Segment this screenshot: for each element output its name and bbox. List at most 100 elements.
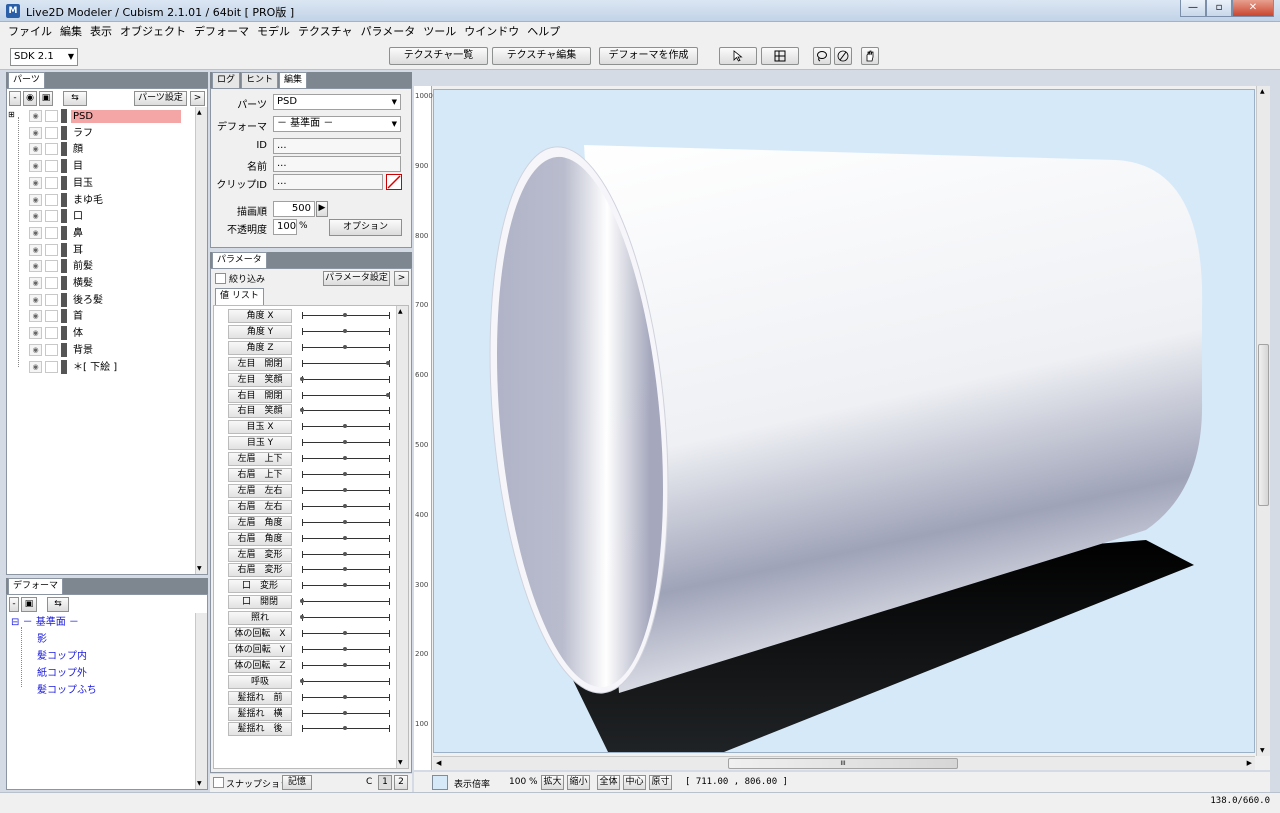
sdk-select[interactable]: SDK 2.1 ▼ (10, 48, 78, 66)
param-name-button[interactable]: 体の回転 Y (228, 642, 292, 657)
param-scrollbar[interactable]: ▲ ▼ (396, 306, 408, 768)
tab-parts[interactable]: パーツ (8, 72, 45, 88)
lock-toggle[interactable] (45, 226, 58, 239)
menu-view[interactable]: 表示 (86, 22, 116, 42)
param-name-button[interactable]: 左眉 変形 (228, 547, 292, 562)
param-slider-knob[interactable] (343, 519, 347, 524)
eye-icon[interactable]: ◉ (29, 343, 42, 356)
lock-toggle[interactable] (45, 293, 58, 306)
deformer-swap-button[interactable]: ⇆ (47, 597, 69, 612)
scroll-down-icon[interactable]: ▼ (197, 565, 202, 572)
eye-icon[interactable]: ◉ (29, 193, 42, 206)
swap-button[interactable]: ⇆ (63, 91, 87, 106)
param-name-button[interactable]: 髪揺れ 横 (228, 706, 292, 721)
hand-tool-button[interactable] (861, 47, 879, 65)
deformer-item[interactable]: 髪コップふち (37, 681, 97, 696)
deformer-collapse-button[interactable]: - (9, 597, 19, 612)
param-name-button[interactable]: 髪揺れ 後 (228, 722, 292, 737)
param-slider-knob[interactable] (343, 424, 347, 429)
maximize-button[interactable]: ▫ (1206, 0, 1232, 17)
tab-log[interactable]: ログ (212, 72, 241, 88)
param-slider-knob[interactable] (300, 599, 304, 604)
param-name-button[interactable]: 照れ (228, 611, 292, 626)
param-slider[interactable] (302, 598, 390, 606)
center-button[interactable]: 中心 (623, 775, 646, 790)
lock-toggle[interactable] (45, 126, 58, 139)
menu-help[interactable]: ヘルプ (523, 22, 564, 42)
brush-tool-button[interactable] (834, 47, 852, 65)
deformer-lock-button[interactable]: ▣ (21, 597, 37, 612)
eye-icon[interactable]: ◉ (29, 310, 42, 323)
param-name-button[interactable]: 体の回転 Z (228, 658, 292, 673)
parts-scrollbar[interactable]: ▲ ▼ (195, 107, 207, 574)
scroll-down-icon[interactable]: ▼ (398, 759, 403, 766)
lock-toggle[interactable] (45, 210, 58, 223)
lock-toggle[interactable] (45, 193, 58, 206)
param-slider-knob[interactable] (343, 328, 347, 333)
scroll-down-icon[interactable]: ▼ (197, 780, 202, 787)
lock-toggle[interactable] (45, 260, 58, 273)
collapse-all-button[interactable]: - (9, 91, 21, 106)
param-slider[interactable] (302, 375, 390, 383)
param-slider-knob[interactable] (300, 376, 304, 381)
eye-icon[interactable]: ◉ (29, 260, 42, 273)
canvas-viewport[interactable] (433, 89, 1255, 753)
part-row[interactable]: ◉ 目玉 (7, 175, 187, 191)
scroll-left-icon[interactable]: ◀ (436, 759, 441, 767)
scroll-up-icon[interactable]: ▲ (1260, 88, 1265, 95)
canvas-hscroll-thumb[interactable]: III (728, 758, 958, 769)
part-row[interactable]: ◉ 背景 (7, 342, 187, 358)
lock-toggle[interactable] (45, 110, 58, 122)
deformer-item[interactable]: 影 (37, 630, 47, 645)
name-field[interactable]: ... (273, 156, 401, 172)
tab-deformer[interactable]: デフォーマ (8, 578, 64, 594)
eye-icon[interactable]: ◉ (29, 277, 42, 289)
param-name-button[interactable]: 目玉 X (228, 420, 292, 435)
menu-tool[interactable]: ツール (419, 22, 460, 42)
eye-icon[interactable]: ◉ (29, 293, 42, 306)
param-slider-knob[interactable] (343, 710, 347, 715)
deformer-item[interactable]: 髪コップ内 (37, 647, 87, 662)
option-button[interactable]: オプション (329, 219, 402, 236)
param-slider-knob[interactable] (343, 567, 347, 572)
param-slider-knob[interactable] (343, 440, 347, 445)
param-slider-knob[interactable] (343, 344, 347, 349)
param-slider[interactable] (302, 407, 390, 415)
param-name-button[interactable]: 目玉 Y (228, 436, 292, 451)
toggle-lock-button[interactable]: ▣ (39, 91, 53, 106)
param-slider[interactable] (302, 614, 390, 622)
lock-toggle[interactable] (45, 360, 58, 373)
param-slider[interactable] (302, 359, 390, 367)
eye-icon[interactable]: ◉ (29, 176, 42, 189)
param-slider[interactable] (302, 677, 390, 685)
param-slider-knob[interactable] (343, 662, 347, 667)
param-slider-knob[interactable] (300, 615, 304, 620)
part-row[interactable]: ◉ 首 (7, 308, 187, 324)
eye-icon[interactable]: ◉ (29, 327, 42, 340)
param-slider-knob[interactable] (343, 631, 347, 635)
param-name-button[interactable]: 口 開閉 (228, 595, 292, 610)
param-slider-knob[interactable] (343, 726, 347, 731)
tab-value-list[interactable]: 値 リスト (215, 288, 264, 305)
deformer-dropdown[interactable]: － 基準面 － ▼ (273, 116, 401, 132)
param-name-button[interactable]: 髪揺れ 前 (228, 690, 292, 705)
filter-checkbox[interactable] (215, 273, 226, 284)
part-row[interactable]: ◉ ＊[ 下絵 ] (7, 359, 187, 375)
lock-toggle[interactable] (45, 160, 58, 173)
eye-icon[interactable]: ◉ (29, 143, 42, 156)
param-slider-knob[interactable] (343, 472, 347, 476)
lock-toggle[interactable] (45, 243, 58, 256)
part-row[interactable]: ◉ 後ろ髪 (7, 292, 187, 308)
deformer-root[interactable]: ⊟ － 基準面 － (11, 613, 79, 628)
eye-icon[interactable]: ◉ (29, 110, 42, 122)
param-slider-knob[interactable] (343, 487, 347, 492)
actual-size-button[interactable]: 原寸 (649, 775, 672, 790)
menu-texture[interactable]: テクスチャ (294, 22, 357, 42)
parts-settings-button[interactable]: パーツ設定 (134, 91, 187, 106)
param-name-button[interactable]: 角度 Y (228, 324, 292, 339)
lock-toggle[interactable] (45, 143, 58, 156)
opacity-field[interactable]: 100 (273, 219, 297, 235)
texture-list-button[interactable]: テクスチャ一覧 (389, 47, 488, 65)
lock-toggle[interactable] (45, 176, 58, 189)
clip-id-field[interactable]: ... (273, 174, 383, 190)
